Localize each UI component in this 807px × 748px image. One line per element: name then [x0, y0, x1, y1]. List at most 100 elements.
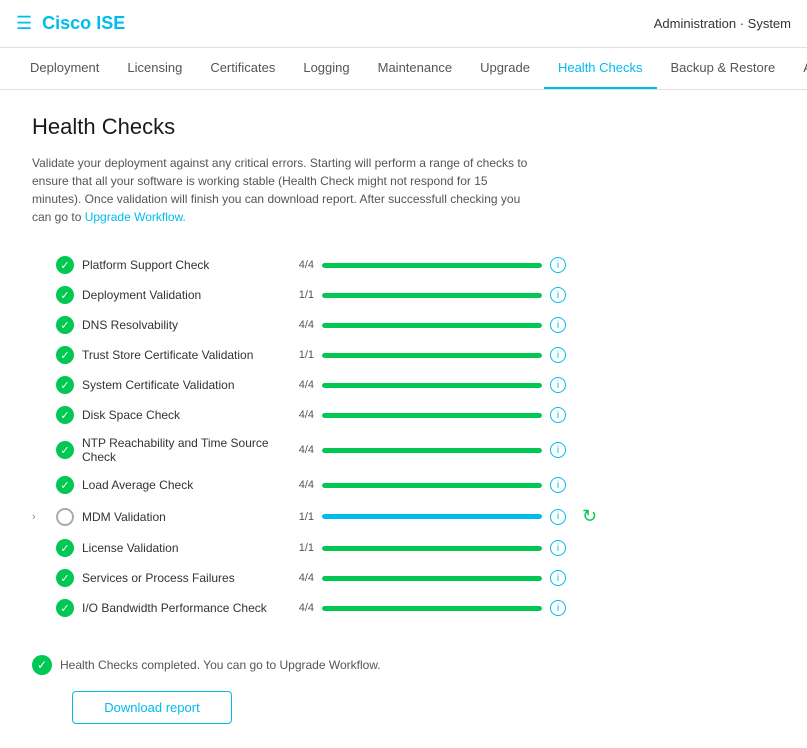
tab-logging[interactable]: Logging: [289, 48, 363, 89]
progress-bar-container-system-cert: [322, 383, 542, 388]
check-score-ntp-check: 4/4: [290, 444, 314, 456]
tab-deployment[interactable]: Deployment: [16, 48, 113, 89]
check-item-trust-store-cert: ✓ Trust Store Certificate Validation 1/1i: [32, 340, 775, 370]
status-icon-platform-support: ✓: [56, 256, 74, 274]
check-score-disk-space: 4/4: [290, 409, 314, 421]
progress-bar-disk-space: [322, 413, 542, 418]
nav-tabs: DeploymentLicensingCertificatesLoggingMa…: [0, 48, 807, 90]
info-icon-deployment-validation[interactable]: i: [550, 287, 566, 303]
health-checks-list: ✓Platform Support Check4/4i✓Deployment V…: [32, 250, 775, 623]
progress-bar-mdm-validation: [322, 514, 542, 519]
progress-bar-io-bandwidth: [322, 606, 542, 611]
progress-bar-container-trust-store-cert: [322, 353, 542, 358]
progress-bar-container-platform-support: [322, 263, 542, 268]
check-score-io-bandwidth: 4/4: [290, 602, 314, 614]
check-item-license-validation: ✓ License Validation 1/1 i: [32, 533, 775, 563]
progress-bar-container-license-validation: [322, 546, 542, 551]
check-score-mdm-validation: 1/1: [290, 511, 314, 523]
progress-bar-system-cert: [322, 383, 542, 388]
check-label-load-average: Load Average Check: [82, 478, 282, 492]
tab-maintenance[interactable]: Maintenance: [364, 48, 466, 89]
info-icon-platform-support[interactable]: i: [550, 257, 566, 273]
progress-bar-trust-store-cert: [322, 353, 542, 358]
progress-area-platform-support: 4/4 i: [290, 257, 775, 273]
tab-admin-access[interactable]: Admin Access: [789, 48, 807, 89]
check-label-platform-support: Platform Support Check: [82, 258, 282, 272]
check-item-services-failures: ✓ Services or Process Failures 4/4i: [32, 563, 775, 593]
info-icon-ntp-check[interactable]: i: [550, 442, 566, 458]
check-item-load-average: ✓ Load Average Check 4/4 i: [32, 470, 775, 500]
info-icon-io-bandwidth[interactable]: i: [550, 600, 566, 616]
admin-label: Administration · System: [654, 16, 791, 31]
logo-cisco: Cisco: [42, 13, 91, 33]
check-label-trust-store-cert: Trust Store Certificate Validation: [82, 348, 282, 362]
info-icon-mdm-validation[interactable]: i: [550, 509, 566, 525]
progress-area-services-failures: 4/4i: [290, 570, 775, 586]
progress-area-mdm-validation: 1/1 i ↻: [290, 506, 775, 527]
tab-licensing[interactable]: Licensing: [113, 48, 196, 89]
info-icon-system-cert[interactable]: i: [550, 377, 566, 393]
complete-message: ✓ Health Checks completed. You can go to…: [32, 655, 775, 675]
progress-bar-dns-resolvability: [322, 323, 542, 328]
progress-bar-container-load-average: [322, 483, 542, 488]
status-icon-license-validation: ✓: [56, 539, 74, 557]
refresh-icon-mdm[interactable]: ↻: [582, 506, 597, 527]
progress-bar-container-disk-space: [322, 413, 542, 418]
check-item-deployment-validation: ✓Deployment Validation1/1i: [32, 280, 775, 310]
tab-upgrade[interactable]: Upgrade: [466, 48, 544, 89]
info-icon-load-average[interactable]: i: [550, 477, 566, 493]
status-icon-dns-resolvability: ✓: [56, 316, 74, 334]
logo-ise: ISE: [96, 13, 125, 33]
info-icon-disk-space[interactable]: i: [550, 407, 566, 423]
check-label-license-validation: License Validation: [82, 541, 282, 555]
info-icon-trust-store-cert[interactable]: i: [550, 347, 566, 363]
expand-icon-mdm-validation[interactable]: ›: [32, 511, 48, 523]
progress-bar-container-ntp-check: [322, 448, 542, 453]
status-icon-io-bandwidth: ✓: [56, 599, 74, 617]
progress-area-ntp-check: 4/4 i: [290, 442, 775, 458]
status-icon-trust-store-cert: ✓: [56, 346, 74, 364]
progress-bar-container-deployment-validation: [322, 293, 542, 298]
check-score-deployment-validation: 1/1: [290, 289, 314, 301]
status-icon-load-average: ✓: [56, 476, 74, 494]
check-item-platform-support: ✓ Platform Support Check 4/4 i: [32, 250, 775, 280]
tab-certificates[interactable]: Certificates: [196, 48, 289, 89]
tab-health-checks[interactable]: Health Checks: [544, 48, 657, 89]
info-icon-services-failures[interactable]: i: [550, 570, 566, 586]
info-icon-dns-resolvability[interactable]: i: [550, 317, 566, 333]
progress-bar-license-validation: [322, 546, 542, 551]
check-item-disk-space: ✓Disk Space Check4/4i: [32, 400, 775, 430]
progress-bar-container-dns-resolvability: [322, 323, 542, 328]
progress-bar-container-io-bandwidth: [322, 606, 542, 611]
check-item-mdm-validation: › MDM Validation 1/1 i ↻: [32, 500, 775, 533]
check-label-io-bandwidth: I/O Bandwidth Performance Check: [82, 601, 282, 615]
check-label-services-failures: Services or Process Failures: [82, 571, 282, 585]
progress-area-trust-store-cert: 1/1i: [290, 347, 775, 363]
status-icon-mdm-validation: [56, 508, 74, 526]
check-label-ntp-check: NTP Reachability and Time Source Check: [82, 436, 282, 464]
progress-area-license-validation: 1/1 i: [290, 540, 775, 556]
progress-area-load-average: 4/4 i: [290, 477, 775, 493]
check-score-license-validation: 1/1: [290, 542, 314, 554]
tab-backup-restore[interactable]: Backup & Restore: [657, 48, 790, 89]
progress-area-disk-space: 4/4 i: [290, 407, 775, 423]
status-icon-services-failures: ✓: [56, 569, 74, 587]
check-score-load-average: 4/4: [290, 479, 314, 491]
progress-bar-container-services-failures: [322, 576, 542, 581]
progress-area-io-bandwidth: 4/4 i: [290, 600, 775, 616]
check-score-dns-resolvability: 4/4: [290, 319, 314, 331]
upgrade-workflow-link[interactable]: Upgrade Workflow.: [85, 210, 186, 224]
footer-section: ✓ Health Checks completed. You can go to…: [32, 655, 775, 724]
info-icon-license-validation[interactable]: i: [550, 540, 566, 556]
check-label-dns-resolvability: DNS Resolvability: [82, 318, 282, 332]
check-label-system-cert: System Certificate Validation: [82, 378, 282, 392]
check-score-system-cert: 4/4: [290, 379, 314, 391]
status-icon-system-cert: ✓: [56, 376, 74, 394]
check-score-platform-support: 4/4: [290, 259, 314, 271]
check-item-ntp-check: ✓NTP Reachability and Time Source Check4…: [32, 430, 775, 470]
check-label-mdm-validation: MDM Validation: [82, 510, 282, 524]
complete-check-icon: ✓: [32, 655, 52, 675]
page-title: Health Checks: [32, 114, 775, 140]
hamburger-icon[interactable]: ☰: [16, 13, 32, 34]
download-report-button[interactable]: Download report: [72, 691, 232, 724]
